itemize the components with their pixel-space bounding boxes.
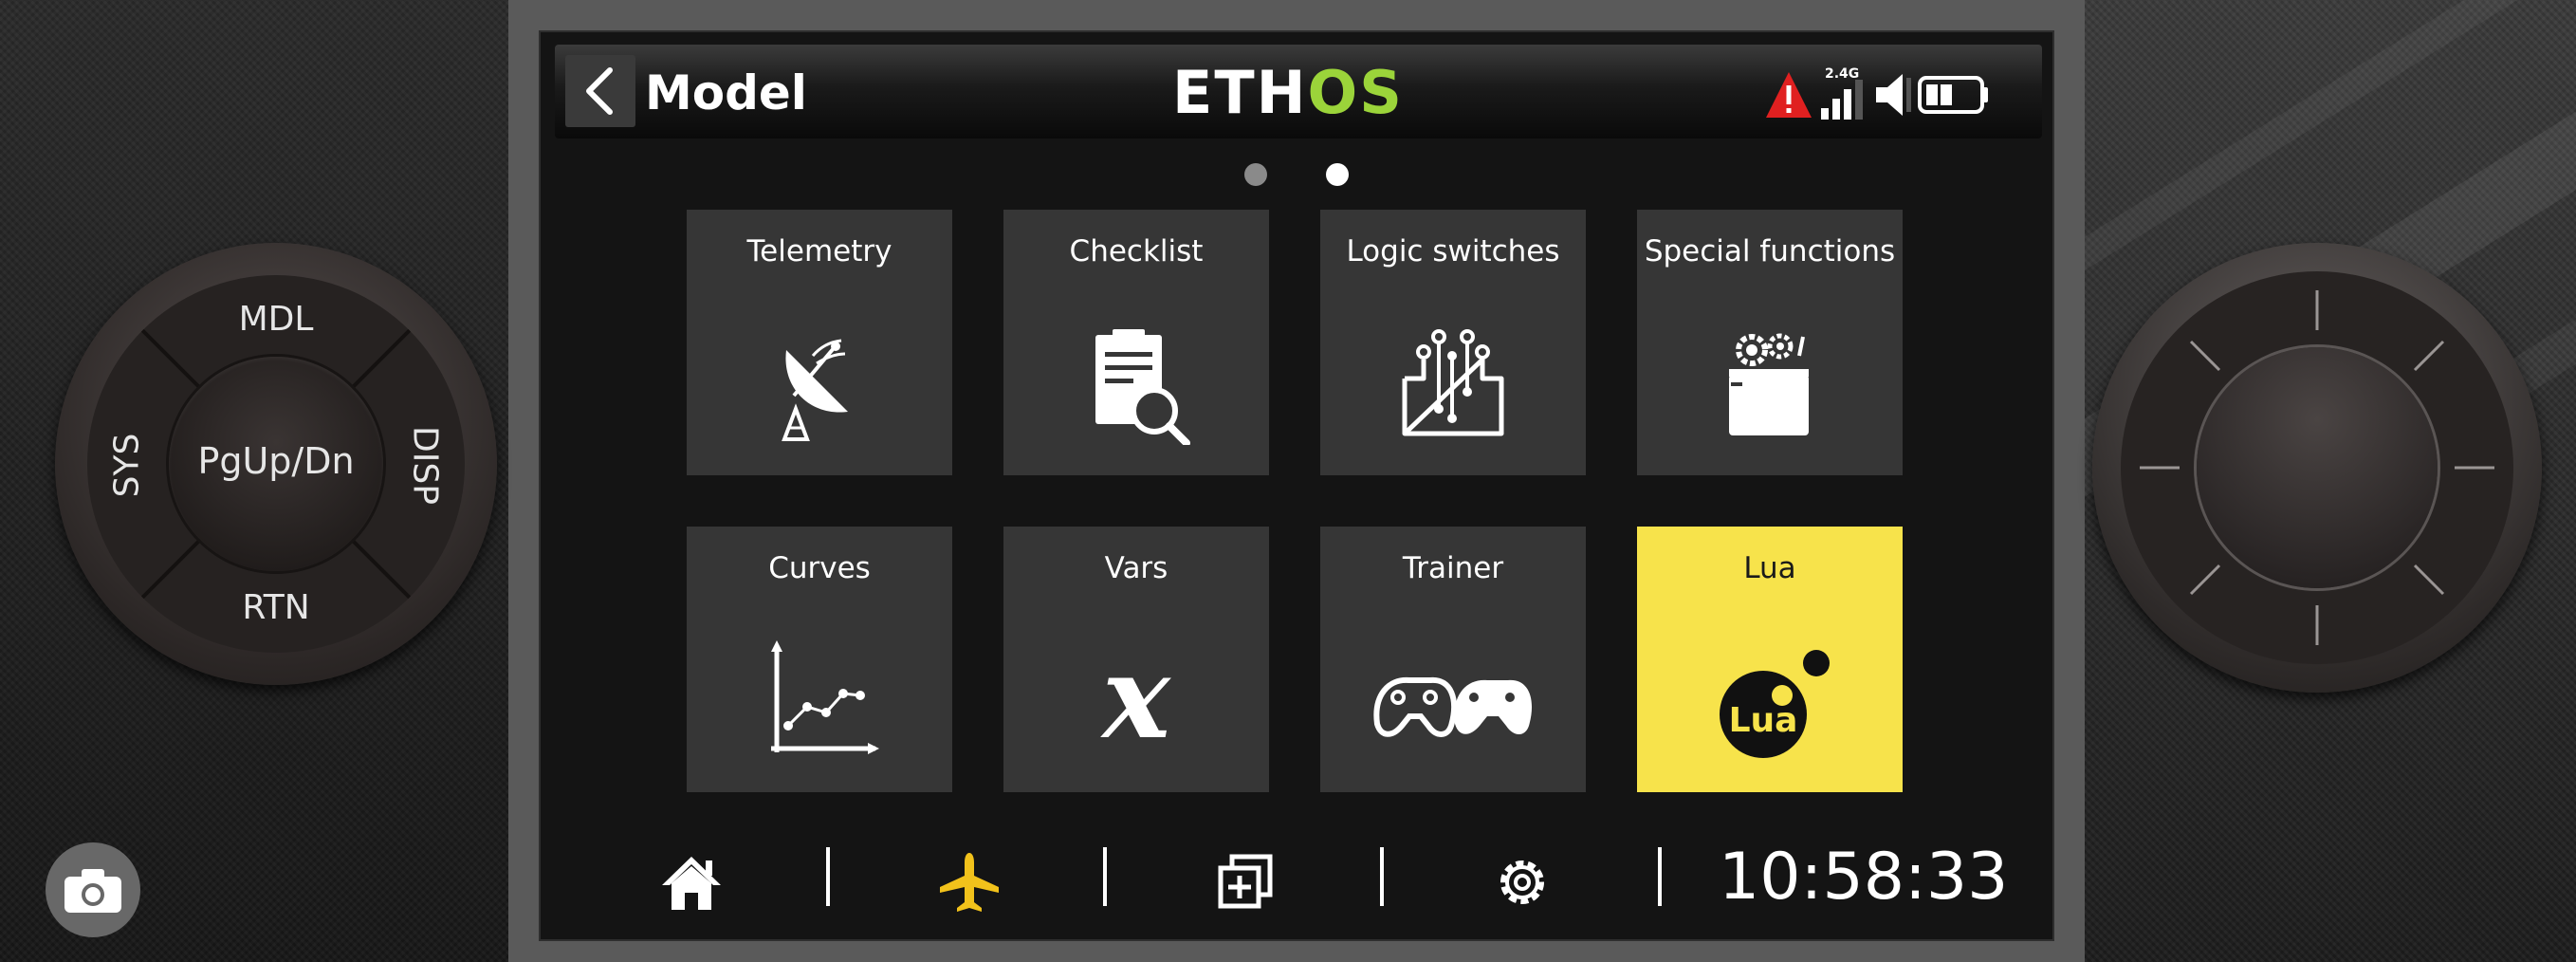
tile-label: Vars	[1104, 551, 1168, 585]
speaker-icon[interactable]	[1876, 74, 1911, 116]
warning-icon[interactable]	[1766, 72, 1812, 118]
checklist-icon	[1095, 329, 1190, 445]
tile-curves[interactable]: Curves	[687, 527, 952, 792]
tile-logic-switches[interactable]: Logic switches	[1320, 210, 1586, 475]
disp-button[interactable]: DISP	[406, 418, 445, 513]
rotary-encoder-knob[interactable]	[2197, 347, 2438, 588]
nav-separator	[1380, 847, 1384, 906]
logic-circuit-icon	[1402, 329, 1504, 436]
curve-graph-icon	[771, 640, 879, 754]
screens-icon[interactable]	[1213, 849, 1279, 916]
variable-x-icon: x	[1099, 638, 1171, 762]
tile-label: Logic switches	[1346, 234, 1560, 268]
page-dot-2[interactable]	[1326, 163, 1349, 186]
tile-label: Trainer	[1402, 551, 1504, 585]
chevron-left-icon	[586, 67, 613, 115]
tile-label: Special functions	[1644, 234, 1896, 268]
ethos-logo: ETHOS	[1172, 58, 1404, 127]
tile-vars[interactable]: Vars x	[1003, 527, 1269, 792]
nav-separator	[826, 847, 830, 906]
tile-label: Checklist	[1069, 234, 1204, 268]
lua-logo-icon: Lua	[1720, 650, 1830, 758]
settings-gear-icon[interactable]	[1489, 849, 1555, 916]
screenshot-button[interactable]	[46, 842, 140, 937]
satellite-dish-icon	[782, 339, 848, 441]
nav-separator	[1103, 847, 1107, 906]
sys-button[interactable]: SYS	[108, 418, 147, 513]
battery-icon	[1918, 76, 1988, 114]
home-icon[interactable]	[658, 849, 725, 916]
tile-special-functions[interactable]: Special functions	[1637, 210, 1903, 475]
svg-text:2.4G: 2.4G	[1825, 66, 1859, 82]
tile-label: Telemetry	[746, 234, 892, 268]
pgup-dn-label: PgUp/Dn	[197, 440, 355, 482]
svg-text:x: x	[1099, 638, 1171, 762]
tile-checklist[interactable]: Checklist	[1003, 210, 1269, 475]
gears-icon	[1729, 333, 1809, 435]
svg-text:Lua: Lua	[1729, 701, 1798, 740]
mdl-button[interactable]: MDL	[229, 300, 323, 339]
airplane-icon[interactable]	[936, 849, 1003, 916]
back-button[interactable]	[565, 55, 635, 127]
tile-label: Lua	[1743, 551, 1796, 585]
gamepads-icon	[1373, 676, 1533, 737]
tile-label: Curves	[768, 551, 871, 585]
tile-lua[interactable]: Lua Lua	[1637, 527, 1903, 792]
status-icons: 2.4G	[1766, 66, 1988, 120]
camera-icon	[64, 869, 121, 913]
signal-strength-icon: 2.4G	[1821, 66, 1863, 120]
tile-telemetry[interactable]: Telemetry	[687, 210, 952, 475]
radio-screen	[539, 30, 2054, 941]
clock: 10:58:33	[1719, 840, 2009, 915]
rtn-button[interactable]: RTN	[229, 588, 323, 627]
page-dot-1[interactable]	[1244, 163, 1267, 186]
nav-separator	[1658, 847, 1662, 906]
tile-trainer[interactable]: Trainer	[1320, 527, 1586, 792]
page-title: Model	[645, 65, 807, 120]
